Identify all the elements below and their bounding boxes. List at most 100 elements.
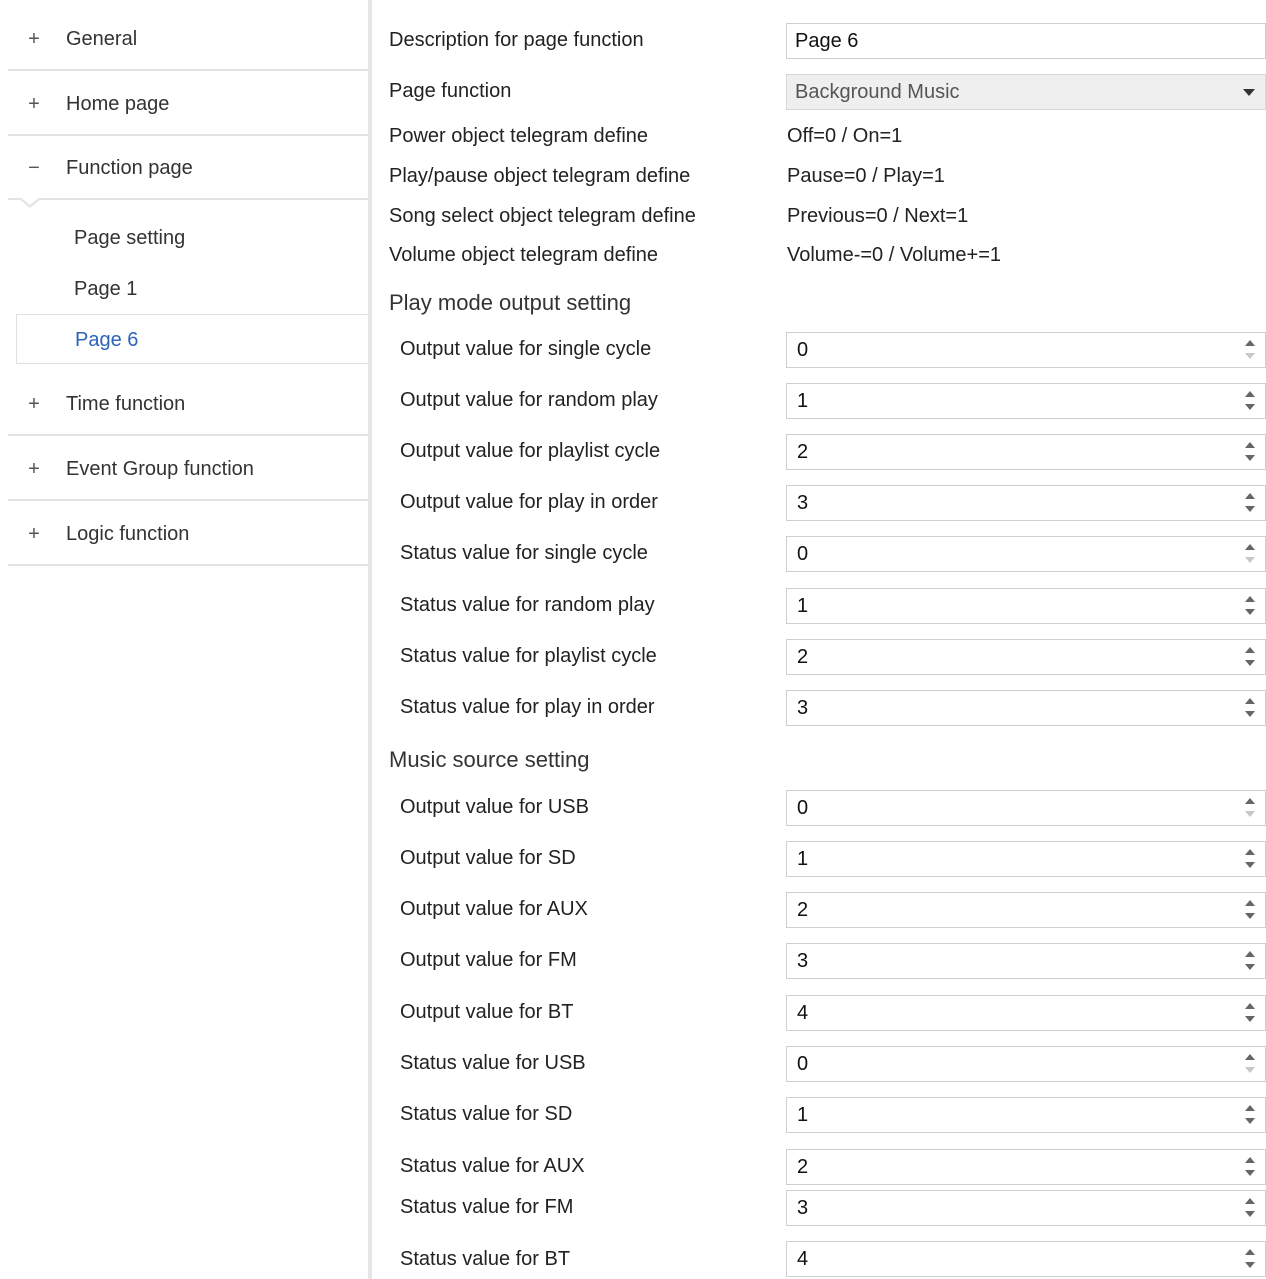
arrow-down-icon[interactable] <box>1245 1170 1255 1176</box>
arrow-up-icon[interactable] <box>1245 1054 1255 1060</box>
arrow-up-icon[interactable] <box>1245 493 1255 499</box>
spinbox-arrows[interactable] <box>1243 491 1257 515</box>
info-label-play-pause: Play/pause object telegram define <box>389 165 691 187</box>
expand-plus-icon[interactable]: + <box>24 8 44 71</box>
music-source-label: Output value for AUX <box>400 898 588 920</box>
sidebar-subitem-page-6[interactable]: Page 6 <box>16 314 372 364</box>
arrow-up-icon[interactable] <box>1245 1105 1255 1111</box>
spinbox-arrows[interactable] <box>1243 1103 1257 1127</box>
arrow-down-icon[interactable] <box>1245 557 1255 563</box>
collapse-minus-icon[interactable]: − <box>24 137 44 200</box>
spinbox-arrows[interactable] <box>1243 645 1257 669</box>
arrow-down-icon[interactable] <box>1245 455 1255 461</box>
music-source-spinbox[interactable]: 3 <box>786 943 1266 979</box>
music-source-spinbox[interactable]: 1 <box>786 1097 1266 1133</box>
arrow-down-icon[interactable] <box>1245 1262 1255 1268</box>
spinbox-arrows[interactable] <box>1243 594 1257 618</box>
play-mode-spinbox[interactable]: 0 <box>786 332 1266 368</box>
music-source-spinbox[interactable]: 0 <box>786 1046 1266 1082</box>
arrow-up-icon[interactable] <box>1245 798 1255 804</box>
info-value-volume: Volume-=0 / Volume+=1 <box>787 244 1002 266</box>
sidebar-item-function-page[interactable]: − Function page <box>8 137 368 200</box>
sidebar-subitem-page-setting[interactable]: Page setting <box>16 213 372 263</box>
arrow-up-icon[interactable] <box>1245 1003 1255 1009</box>
expand-plus-icon[interactable]: + <box>24 438 44 501</box>
play-mode-spinbox[interactable]: 2 <box>786 639 1266 675</box>
arrow-up-icon[interactable] <box>1245 849 1255 855</box>
spinbox-arrows[interactable] <box>1243 796 1257 820</box>
arrow-up-icon[interactable] <box>1245 1249 1255 1255</box>
play-mode-spinbox[interactable]: 1 <box>786 383 1266 419</box>
arrow-up-icon[interactable] <box>1245 544 1255 550</box>
arrow-up-icon[interactable] <box>1245 442 1255 448</box>
sidebar-subitem-page-1[interactable]: Page 1 <box>16 264 372 314</box>
spinbox-value: 0 <box>797 339 809 361</box>
play-mode-spinbox[interactable]: 3 <box>786 485 1266 521</box>
spinbox-arrows[interactable] <box>1243 1052 1257 1076</box>
spinbox-arrows[interactable] <box>1243 389 1257 413</box>
play-mode-spinbox[interactable]: 0 <box>786 536 1266 572</box>
play-mode-spinbox[interactable]: 2 <box>786 434 1266 470</box>
arrow-down-icon[interactable] <box>1245 506 1255 512</box>
expand-plus-icon[interactable]: + <box>24 73 44 136</box>
arrow-down-icon[interactable] <box>1245 1211 1255 1217</box>
music-source-spinbox[interactable]: 3 <box>786 1190 1266 1226</box>
music-source-spinbox[interactable]: 4 <box>786 995 1266 1031</box>
sidebar-item-home-page[interactable]: + Home page <box>8 73 368 136</box>
arrow-up-icon[interactable] <box>1245 1157 1255 1163</box>
expand-plus-icon[interactable]: + <box>24 373 44 436</box>
spinbox-value: 4 <box>797 1248 809 1270</box>
spinbox-arrows[interactable] <box>1243 1247 1257 1271</box>
arrow-up-icon[interactable] <box>1245 647 1255 653</box>
music-source-spinbox[interactable]: 0 <box>786 790 1266 826</box>
play-mode-spinbox[interactable]: 3 <box>786 690 1266 726</box>
arrow-down-icon[interactable] <box>1245 404 1255 410</box>
chevron-down-icon[interactable] <box>1243 89 1255 96</box>
spinbox-arrows[interactable] <box>1243 440 1257 464</box>
play-mode-label: Output value for play in order <box>400 491 658 513</box>
music-source-spinbox[interactable]: 4 <box>786 1241 1266 1277</box>
spinbox-arrows[interactable] <box>1243 949 1257 973</box>
arrow-up-icon[interactable] <box>1245 900 1255 906</box>
music-source-spinbox[interactable]: 2 <box>786 892 1266 928</box>
arrow-down-icon[interactable] <box>1245 660 1255 666</box>
page-function-select[interactable]: Background Music <box>786 74 1266 110</box>
sidebar-item-general[interactable]: + General <box>8 8 368 71</box>
arrow-down-icon[interactable] <box>1245 353 1255 359</box>
arrow-up-icon[interactable] <box>1245 1198 1255 1204</box>
spinbox-value: 3 <box>797 1197 809 1219</box>
spinbox-arrows[interactable] <box>1243 696 1257 720</box>
spinbox-arrows[interactable] <box>1243 898 1257 922</box>
arrow-down-icon[interactable] <box>1245 913 1255 919</box>
expand-plus-icon[interactable]: + <box>24 503 44 566</box>
spinbox-arrows[interactable] <box>1243 847 1257 871</box>
sidebar-item-logic-function[interactable]: + Logic function <box>8 503 368 566</box>
arrow-down-icon[interactable] <box>1245 862 1255 868</box>
sidebar-subitem-label: Page setting <box>74 227 186 249</box>
music-source-spinbox[interactable]: 2 <box>786 1149 1266 1185</box>
arrow-down-icon[interactable] <box>1245 609 1255 615</box>
spinbox-value: 2 <box>797 1156 809 1178</box>
spinbox-arrows[interactable] <box>1243 542 1257 566</box>
arrow-up-icon[interactable] <box>1245 340 1255 346</box>
play-mode-spinbox[interactable]: 1 <box>786 588 1266 624</box>
arrow-down-icon[interactable] <box>1245 811 1255 817</box>
arrow-up-icon[interactable] <box>1245 951 1255 957</box>
music-source-spinbox[interactable]: 1 <box>786 841 1266 877</box>
arrow-down-icon[interactable] <box>1245 1067 1255 1073</box>
arrow-down-icon[interactable] <box>1245 711 1255 717</box>
spinbox-arrows[interactable] <box>1243 338 1257 362</box>
arrow-down-icon[interactable] <box>1245 1118 1255 1124</box>
sidebar-item-time-function[interactable]: + Time function <box>8 373 368 436</box>
spinbox-value: 2 <box>797 441 809 463</box>
arrow-up-icon[interactable] <box>1245 596 1255 602</box>
arrow-down-icon[interactable] <box>1245 964 1255 970</box>
arrow-up-icon[interactable] <box>1245 391 1255 397</box>
spinbox-arrows[interactable] <box>1243 1001 1257 1025</box>
sidebar-item-event-group-function[interactable]: + Event Group function <box>8 438 368 501</box>
spinbox-arrows[interactable] <box>1243 1196 1257 1220</box>
description-input[interactable]: Page 6 <box>786 23 1266 59</box>
arrow-up-icon[interactable] <box>1245 698 1255 704</box>
arrow-down-icon[interactable] <box>1245 1016 1255 1022</box>
spinbox-arrows[interactable] <box>1243 1155 1257 1179</box>
